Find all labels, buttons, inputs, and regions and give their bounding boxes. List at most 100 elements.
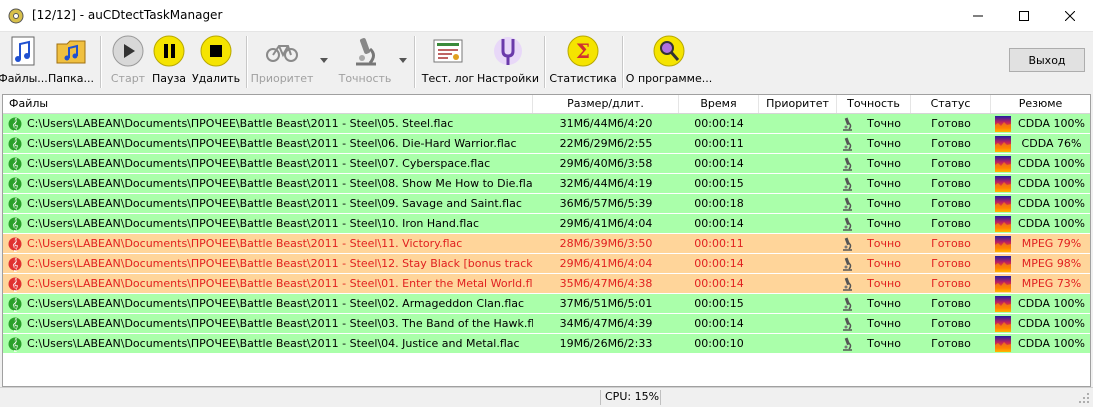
priority-dropdown-icon[interactable] — [320, 58, 328, 64]
svg-text:𝄞: 𝄞 — [11, 198, 18, 212]
statistics-button[interactable]: Σ Статистика — [549, 34, 617, 90]
pause-icon — [153, 35, 185, 67]
column-header-status[interactable]: Статус — [911, 95, 991, 113]
minimize-button[interactable] — [955, 0, 1001, 31]
table-row[interactable]: 𝄞 C:\Users\LABEAN\Documents\ПРОЧЕЕ\Battle… — [3, 234, 1090, 254]
status-cell: Готово — [931, 257, 971, 270]
priority-cell — [759, 114, 837, 134]
svg-text:𝄞: 𝄞 — [11, 278, 18, 292]
table-row[interactable]: 𝄞 C:\Users\LABEAN\Documents\ПРОЧЕЕ\Battle… — [3, 214, 1090, 234]
spectrum-icon — [995, 176, 1011, 192]
status-cell: Готово — [931, 217, 971, 230]
size-cell: 22Мб/29Мб/2:55 — [559, 137, 653, 150]
bicycle-icon — [266, 45, 298, 62]
accuracy-dropdown-icon[interactable] — [399, 58, 407, 64]
table-row[interactable]: 𝄞 C:\Users\LABEAN\Documents\ПРОЧЕЕ\Battle… — [3, 314, 1090, 334]
priority-cell — [759, 234, 837, 254]
status-cell: Готово — [931, 337, 971, 350]
table-row[interactable]: 𝄞 C:\Users\LABEAN\Documents\ПРОЧЕЕ\Battle… — [3, 254, 1090, 274]
maximize-button[interactable] — [1001, 0, 1047, 31]
status-cell: Готово — [931, 277, 971, 290]
size-cell: 36Мб/57Мб/5:39 — [559, 197, 653, 210]
table-header: Файлы Размер/длит. Время Приоритет Точно… — [3, 95, 1090, 114]
files-button[interactable]: Файлы... — [0, 34, 48, 90]
spectrum-icon — [995, 156, 1011, 172]
microscope-icon — [843, 117, 852, 131]
statistics-label: Статистика — [549, 72, 617, 85]
size-cell: 29Мб/41Мб/4:04 — [559, 217, 653, 230]
accuracy-label: Точность — [338, 72, 392, 85]
time-cell: 00:00:14 — [694, 117, 744, 130]
accuracy-cell: Точно — [867, 137, 901, 150]
pause-label: Пауза — [151, 72, 187, 85]
priority-button[interactable]: Приоритет — [250, 34, 314, 90]
column-header-files[interactable]: Файлы — [3, 95, 533, 113]
table-row[interactable]: 𝄞 C:\Users\LABEAN\Documents\ПРОЧЕЕ\Battle… — [3, 154, 1090, 174]
priority-cell — [759, 254, 837, 274]
summary-cell: MPEG 73% — [1021, 277, 1082, 290]
toolbar: Файлы... Папка... Старт Пауза Удалить Пр… — [0, 32, 1093, 92]
accuracy-cell: Точно — [867, 337, 901, 350]
time-cell: 00:00:11 — [694, 137, 744, 150]
close-button[interactable] — [1047, 0, 1093, 31]
file-path-cell: C:\Users\LABEAN\Documents\ПРОЧЕЕ\Battle … — [27, 277, 533, 290]
time-cell: 00:00:15 — [694, 177, 744, 190]
table-row[interactable]: 𝄞 C:\Users\LABEAN\Documents\ПРОЧЕЕ\Battle… — [3, 334, 1090, 354]
test-log-button[interactable]: Тест. лог — [420, 34, 476, 90]
spectrum-icon — [995, 136, 1011, 152]
about-button[interactable]: О программе... — [626, 34, 712, 90]
accuracy-button[interactable]: Точность — [336, 34, 394, 90]
settings-button[interactable]: Настройки — [477, 34, 539, 90]
play-icon — [112, 35, 144, 67]
column-header-size[interactable]: Размер/длит. — [533, 95, 679, 113]
folder-button[interactable]: Папка... — [48, 34, 94, 90]
svg-text:Σ: Σ — [576, 39, 590, 63]
microscope-icon — [843, 317, 852, 331]
table-row[interactable]: 𝄞 C:\Users\LABEAN\Documents\ПРОЧЕЕ\Battle… — [3, 194, 1090, 214]
accuracy-cell: Точно — [867, 197, 901, 210]
priority-label: Приоритет — [250, 72, 314, 85]
accuracy-cell: Точно — [867, 117, 901, 130]
summary-cell: CDDA 100% — [1018, 177, 1085, 190]
table-row[interactable]: 𝄞 C:\Users\LABEAN\Documents\ПРОЧЕЕ\Battle… — [3, 274, 1090, 294]
column-header-accuracy[interactable]: Точность — [837, 95, 911, 113]
toolbar-separator — [622, 36, 624, 88]
table-row[interactable]: 𝄞 C:\Users\LABEAN\Documents\ПРОЧЕЕ\Battle… — [3, 114, 1090, 134]
delete-button[interactable]: Удалить — [192, 34, 240, 90]
resize-grip-icon[interactable] — [1078, 392, 1090, 404]
priority-cell — [759, 214, 837, 234]
size-cell: 35Мб/47Мб/4:38 — [559, 277, 653, 290]
column-header-priority[interactable]: Приоритет — [759, 95, 837, 113]
time-cell: 00:00:15 — [694, 297, 744, 310]
task-table[interactable]: Файлы Размер/длит. Время Приоритет Точно… — [2, 94, 1091, 387]
clef-ok-icon: 𝄞 — [8, 197, 22, 212]
clef-ok-icon: 𝄞 — [8, 217, 22, 232]
start-button[interactable]: Старт — [108, 34, 148, 90]
table-row[interactable]: 𝄞 C:\Users\LABEAN\Documents\ПРОЧЕЕ\Battle… — [3, 294, 1090, 314]
delete-label: Удалить — [191, 72, 241, 85]
start-label: Старт — [110, 72, 146, 85]
table-row[interactable]: 𝄞 C:\Users\LABEAN\Documents\ПРОЧЕЕ\Battle… — [3, 134, 1090, 154]
status-bar: CPU: 15% — [0, 387, 1093, 407]
accuracy-cell: Точно — [867, 317, 901, 330]
clef-ok-icon: 𝄞 — [8, 137, 22, 152]
time-cell: 00:00:14 — [694, 317, 744, 330]
file-path-cell: C:\Users\LABEAN\Documents\ПРОЧЕЕ\Battle … — [27, 157, 491, 170]
clef-ok-icon: 𝄞 — [8, 337, 22, 352]
size-cell: 34Мб/47Мб/4:39 — [559, 317, 653, 330]
priority-cell — [759, 134, 837, 154]
summary-cell: CDDA 100% — [1018, 197, 1085, 210]
test-log-label: Тест. лог — [421, 72, 475, 85]
time-cell: 00:00:14 — [694, 157, 744, 170]
exit-button[interactable]: Выход — [1009, 48, 1085, 72]
priority-cell — [759, 174, 837, 194]
table-row[interactable]: 𝄞 C:\Users\LABEAN\Documents\ПРОЧЕЕ\Battle… — [3, 174, 1090, 194]
pause-button[interactable]: Пауза — [150, 34, 188, 90]
time-cell: 00:00:14 — [694, 217, 744, 230]
column-header-summary[interactable]: Резюме — [991, 95, 1090, 113]
accuracy-cell: Точно — [867, 157, 901, 170]
file-path-cell: C:\Users\LABEAN\Documents\ПРОЧЕЕ\Battle … — [27, 337, 520, 350]
column-header-time[interactable]: Время — [679, 95, 759, 113]
time-cell: 00:00:10 — [694, 337, 744, 350]
microscope-icon — [843, 277, 852, 291]
